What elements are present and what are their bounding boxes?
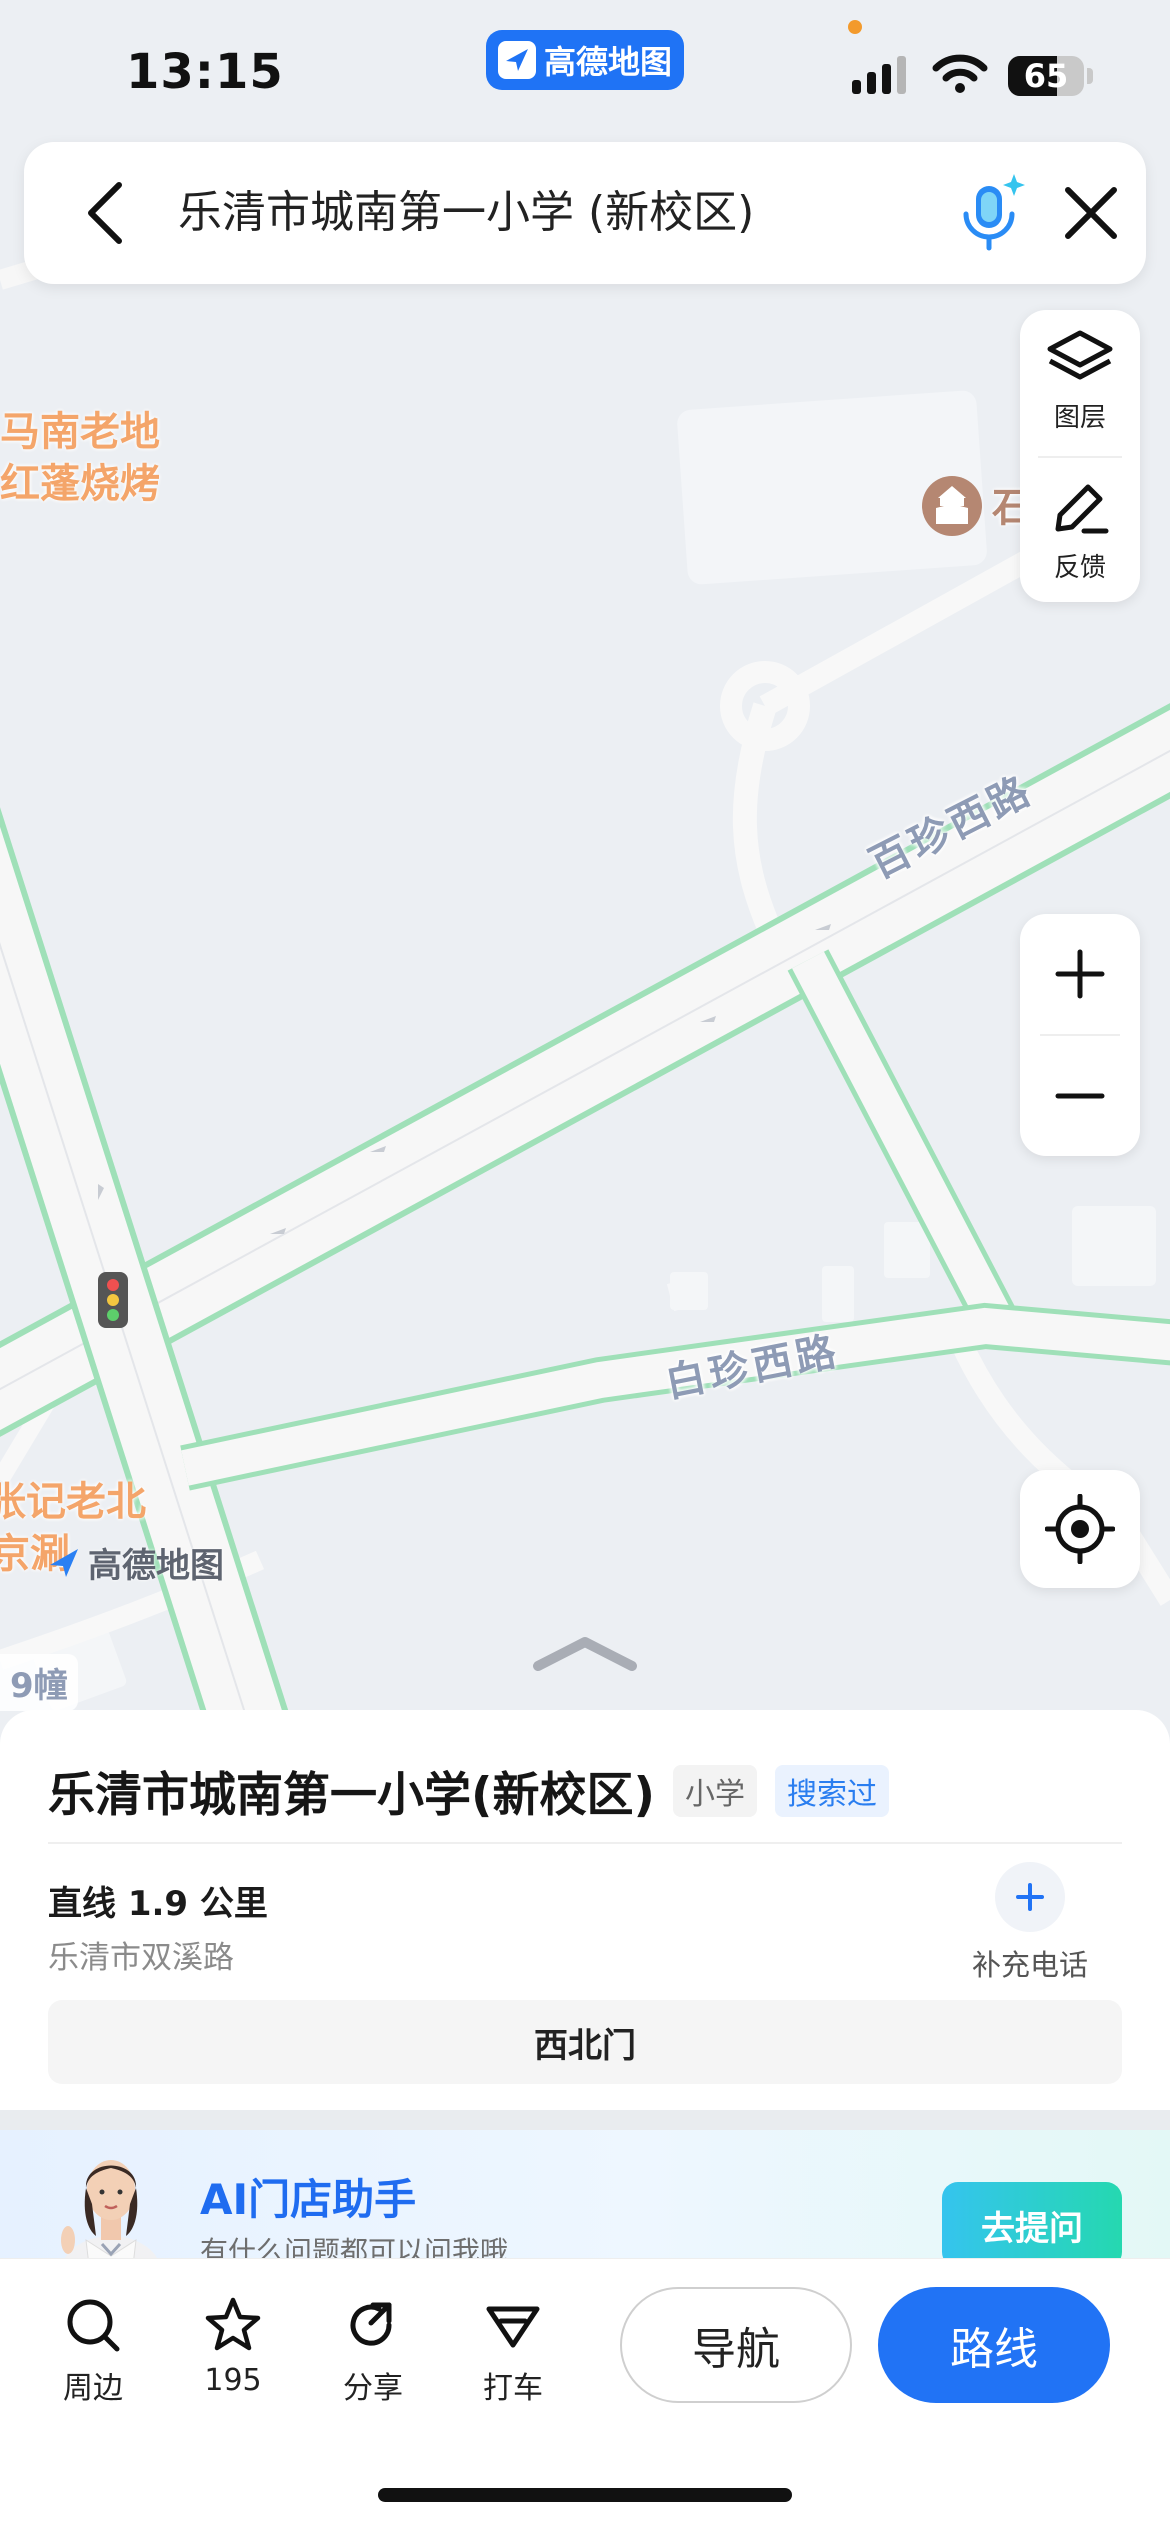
feedback-button[interactable]: 反馈 (1020, 460, 1140, 600)
search-icon (67, 2299, 120, 2352)
poi-label[interactable]: 马南老地 (0, 406, 160, 458)
crosshair-icon (1045, 1494, 1115, 1564)
zoom-controls (1020, 914, 1140, 1156)
home-indicator[interactable] (378, 2488, 792, 2502)
minus-icon (1055, 1093, 1105, 1099)
nearby-label: 周边 (63, 2371, 123, 2406)
place-title-row: 乐清市城南第一小学(新校区) 小学 搜索过 (48, 1756, 889, 1825)
amap-logo-icon (497, 41, 536, 79)
share-button[interactable]: 分享 (318, 2295, 428, 2407)
taxi-icon (486, 2306, 540, 2348)
cellular-signal-icon (852, 54, 906, 94)
map-watermark: 高德地图 (46, 1538, 224, 1587)
plus-icon (1055, 949, 1105, 999)
map-tools-panel: 图层 反馈 (1020, 310, 1140, 602)
zoom-out-button[interactable] (1020, 1036, 1140, 1156)
navigate-button[interactable]: 导航 (620, 2287, 852, 2403)
layers-label: 图层 (1053, 402, 1106, 433)
nearby-button[interactable]: 周边 (38, 2295, 148, 2407)
route-button[interactable]: 路线 (878, 2287, 1110, 2403)
searched-tag: 搜索过 (774, 1764, 889, 1817)
divider (48, 1842, 1122, 1844)
favorites-count: 195 (204, 2363, 262, 2398)
distance: 直线 1.9 公里 (48, 1884, 268, 1924)
back-button[interactable] (70, 178, 140, 248)
poi-label[interactable]: 张记老北 (0, 1476, 146, 1528)
taxi-button[interactable]: 打车 (458, 2295, 568, 2407)
ai-assistant-banner[interactable]: AI门店助手 有什么问题都可以问我哦 去提问 (0, 2130, 1170, 2270)
wifi-icon (932, 54, 988, 93)
address[interactable]: 乐清市双溪路 (48, 1932, 234, 1977)
poi-label[interactable]: 红蓬烧烤 (0, 458, 160, 510)
place-name: 乐清市城南第一小学(新校区) (48, 1768, 655, 1823)
chevron-left-icon (88, 182, 122, 244)
star-icon (205, 2297, 261, 2351)
app-indicator[interactable]: 高德地图 (486, 30, 684, 90)
divider (1038, 456, 1122, 458)
voice-assistant-button[interactable] (948, 170, 1034, 256)
layers-button[interactable]: 图层 (1020, 310, 1140, 450)
place-info-card[interactable]: 乐清市城南第一小学(新校区) 小学 搜索过 直线 1.9 公里 乐清市双溪路 补… (0, 1710, 1170, 2110)
drag-handle-chevron-up-icon[interactable] (530, 1630, 640, 1674)
traffic-light-icon (98, 1272, 128, 1328)
assistant-avatar (61, 2160, 161, 2270)
temple-poi-icon (922, 476, 982, 536)
ai-banner-title: AI门店助手 (200, 2175, 417, 2224)
gate-entrance-button[interactable]: 西北门 (48, 2000, 1122, 2084)
locate-me-button[interactable] (1020, 1470, 1140, 1588)
share-label: 分享 (343, 2371, 403, 2406)
search-bar[interactable]: 乐清市城南第一小学 (新校区) (24, 142, 1146, 284)
add-phone-label: 补充电话 (971, 1948, 1088, 1982)
status-bar: 13:15 高德地图 65 (0, 0, 1170, 150)
favorite-button[interactable]: 195 (178, 2295, 288, 2398)
battery-icon: 65 (1008, 56, 1084, 96)
zoom-in-button[interactable] (1020, 914, 1140, 1034)
building-label: 9幢 (0, 1654, 78, 1711)
plus-circle-icon (995, 1862, 1065, 1932)
share-icon (350, 2302, 392, 2346)
close-icon[interactable] (1058, 180, 1124, 246)
privacy-dot-icon (848, 20, 862, 34)
taxi-label: 打车 (483, 2371, 543, 2406)
ask-question-button[interactable]: 去提问 (942, 2182, 1122, 2268)
add-phone-button[interactable]: 补充电话 (960, 1862, 1100, 1984)
app-name: 高德地图 (543, 43, 672, 81)
search-query[interactable]: 乐清市城南第一小学 (新校区) (178, 142, 754, 284)
amap-logo-icon (50, 1548, 78, 1577)
layers-icon (1047, 330, 1113, 379)
feedback-label: 反馈 (1053, 552, 1106, 583)
status-time: 13:15 (126, 44, 284, 100)
battery-tip (1087, 68, 1093, 84)
category-tag: 小学 (672, 1764, 757, 1817)
battery-level: 65 (1023, 57, 1069, 95)
edit-feedback-icon (1055, 484, 1109, 533)
